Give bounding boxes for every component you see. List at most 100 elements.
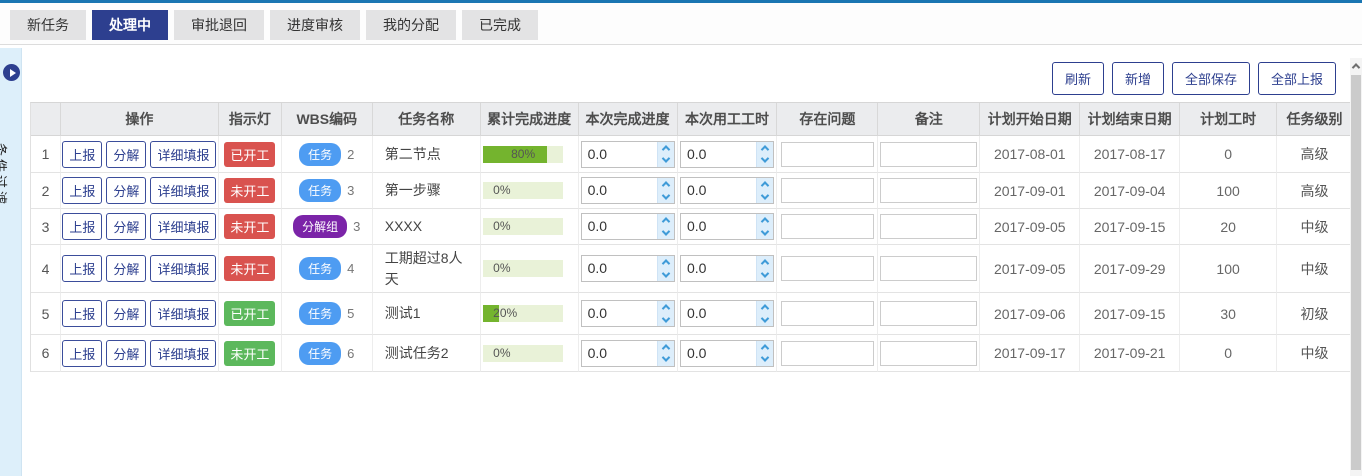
issue-input[interactable] [781,214,874,239]
tab-2[interactable]: 处理中 [92,10,168,40]
add-button[interactable]: 新增 [1112,62,1164,95]
progress-input[interactable]: 0.0 [581,340,675,367]
progress-input[interactable]: 0.0 [581,177,675,204]
save-all-button[interactable]: 全部保存 [1172,62,1250,95]
progress-input[interactable]: 0.0 [581,255,675,282]
number-spinner[interactable] [756,256,773,281]
hours-input[interactable]: 0.0 [680,300,774,327]
report-button[interactable]: 上报 [62,141,102,168]
refresh-button[interactable]: 刷新 [1052,62,1104,95]
decompose-button[interactable]: 分解 [106,255,146,282]
spin-up-button[interactable] [757,178,773,191]
tab-4[interactable]: 进度审核 [270,10,360,40]
detail-fill-button[interactable]: 详细填报 [150,177,216,204]
vertical-scrollbar[interactable] [1350,58,1362,476]
number-spinner[interactable] [756,214,773,239]
spin-up-button[interactable] [757,142,773,155]
spin-up-button[interactable] [658,214,674,227]
detail-fill-button[interactable]: 详细填报 [150,300,216,327]
hours-input[interactable]: 0.0 [680,213,774,240]
number-spinner[interactable] [657,142,674,167]
decompose-button[interactable]: 分解 [106,300,146,327]
report-all-button[interactable]: 全部上报 [1258,62,1336,95]
spin-up-button[interactable] [658,341,674,354]
decompose-button[interactable]: 分解 [106,177,146,204]
number-spinner[interactable] [657,214,674,239]
number-spinner[interactable] [657,256,674,281]
tab-1[interactable]: 新任务 [10,10,86,40]
spin-up-button[interactable] [757,256,773,269]
tab-6[interactable]: 已完成 [462,10,538,40]
spin-up-button[interactable] [658,142,674,155]
detail-fill-button[interactable]: 详细填报 [150,141,216,168]
tab-5[interactable]: 我的分配 [366,10,456,40]
issue-input[interactable] [781,256,874,281]
report-button[interactable]: 上报 [62,177,102,204]
spin-up-button[interactable] [658,256,674,269]
note-input[interactable] [880,178,977,203]
report-button[interactable]: 上报 [62,300,102,327]
chevron-up-icon [761,145,769,153]
spin-up-button[interactable] [757,341,773,354]
progress-input-cell: 0.0 [579,136,678,173]
number-spinner[interactable] [756,178,773,203]
spin-up-button[interactable] [757,214,773,227]
detail-fill-button[interactable]: 详细填报 [150,213,216,240]
progress-input[interactable]: 0.0 [581,141,675,168]
scroll-up-button[interactable] [1350,58,1362,74]
hours-input[interactable]: 0.0 [680,177,774,204]
hours-input[interactable]: 0.0 [680,141,774,168]
spin-down-button[interactable] [658,191,674,204]
indicator-cell: 未开工 [219,335,282,372]
issue-input[interactable] [781,178,874,203]
report-button[interactable]: 上报 [62,213,102,240]
note-input[interactable] [880,142,977,167]
progress-input[interactable]: 0.0 [581,213,675,240]
decompose-button[interactable]: 分解 [106,141,146,168]
report-button[interactable]: 上报 [62,340,102,367]
spin-down-button[interactable] [757,191,773,204]
spin-up-button[interactable] [658,178,674,191]
number-spinner[interactable] [657,178,674,203]
spin-down-button[interactable] [658,269,674,282]
spin-down-button[interactable] [757,269,773,282]
spin-down-button[interactable] [658,227,674,240]
scrollbar-thumb[interactable] [1351,75,1361,470]
spin-down-button[interactable] [757,353,773,366]
report-button[interactable]: 上报 [62,255,102,282]
note-input[interactable] [880,256,977,281]
spin-down-button[interactable] [658,154,674,167]
spin-down-button[interactable] [658,314,674,327]
issue-input[interactable] [781,142,874,167]
decompose-button[interactable]: 分解 [106,340,146,367]
column-header: 存在问题 [777,103,878,136]
spin-down-button[interactable] [658,353,674,366]
detail-fill-button[interactable]: 详细填报 [150,340,216,367]
number-spinner[interactable] [756,142,773,167]
sidebar-expand-button[interactable] [3,64,20,81]
spin-down-button[interactable] [757,314,773,327]
number-spinner[interactable] [657,341,674,366]
note-input[interactable] [880,214,977,239]
tab-3[interactable]: 审批退回 [174,10,264,40]
number-spinner[interactable] [756,301,773,326]
issue-input[interactable] [781,341,874,366]
progress-input[interactable]: 0.0 [581,300,675,327]
detail-fill-button[interactable]: 详细填报 [150,255,216,282]
hours-input[interactable]: 0.0 [680,340,774,367]
note-input[interactable] [880,301,977,326]
hours-input[interactable]: 0.0 [680,255,774,282]
spin-down-button[interactable] [757,154,773,167]
decompose-button[interactable]: 分解 [106,213,146,240]
spin-up-button[interactable] [757,301,773,314]
issue-input[interactable] [781,301,874,326]
wbs-code: 2 [347,147,354,162]
spin-up-button[interactable] [658,301,674,314]
grid-body: 1上报分解详细填报已开工任务2第二节点80%0.00.02017-08-0120… [31,136,1352,372]
note-input[interactable] [880,341,977,366]
progress-input-value: 0.0 [582,301,657,326]
spin-down-button[interactable] [757,227,773,240]
number-spinner[interactable] [657,301,674,326]
note-cell [878,245,980,293]
number-spinner[interactable] [756,341,773,366]
